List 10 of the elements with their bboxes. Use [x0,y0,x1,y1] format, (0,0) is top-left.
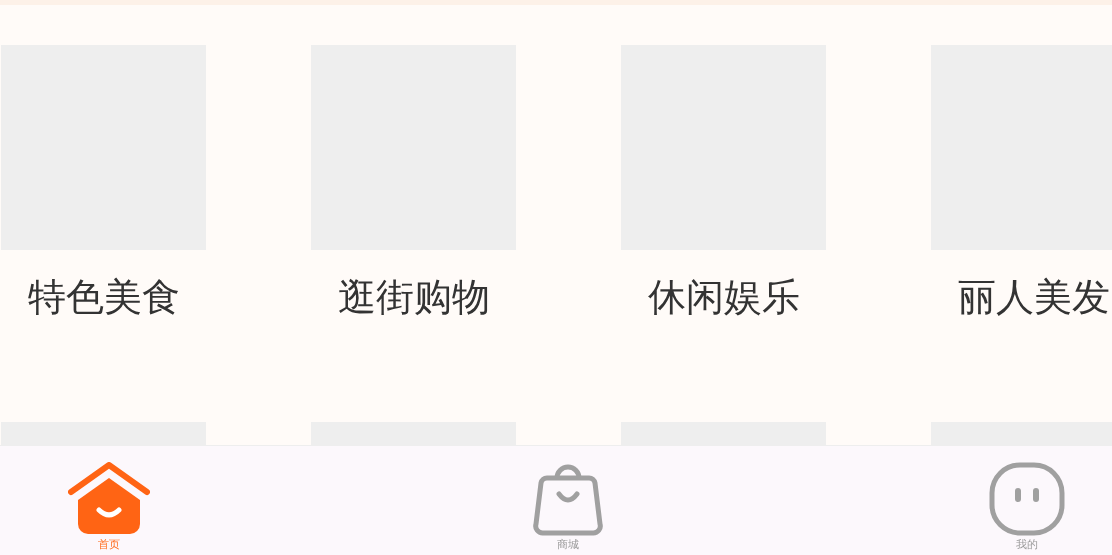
category-label: 休闲娱乐 [647,274,800,321]
category-label: 逛街购物 [337,274,490,321]
face-icon [989,462,1065,536]
category-label: 丽人美发 [957,274,1110,321]
tab-label[interactable]: 商城 [557,538,579,551]
tab-label[interactable]: 首页 [98,538,120,551]
shopping-bag-icon [533,462,603,536]
category-label: 特色美食 [27,274,180,321]
tab-label[interactable]: 我的 [1016,538,1038,551]
home-icon [68,462,150,536]
